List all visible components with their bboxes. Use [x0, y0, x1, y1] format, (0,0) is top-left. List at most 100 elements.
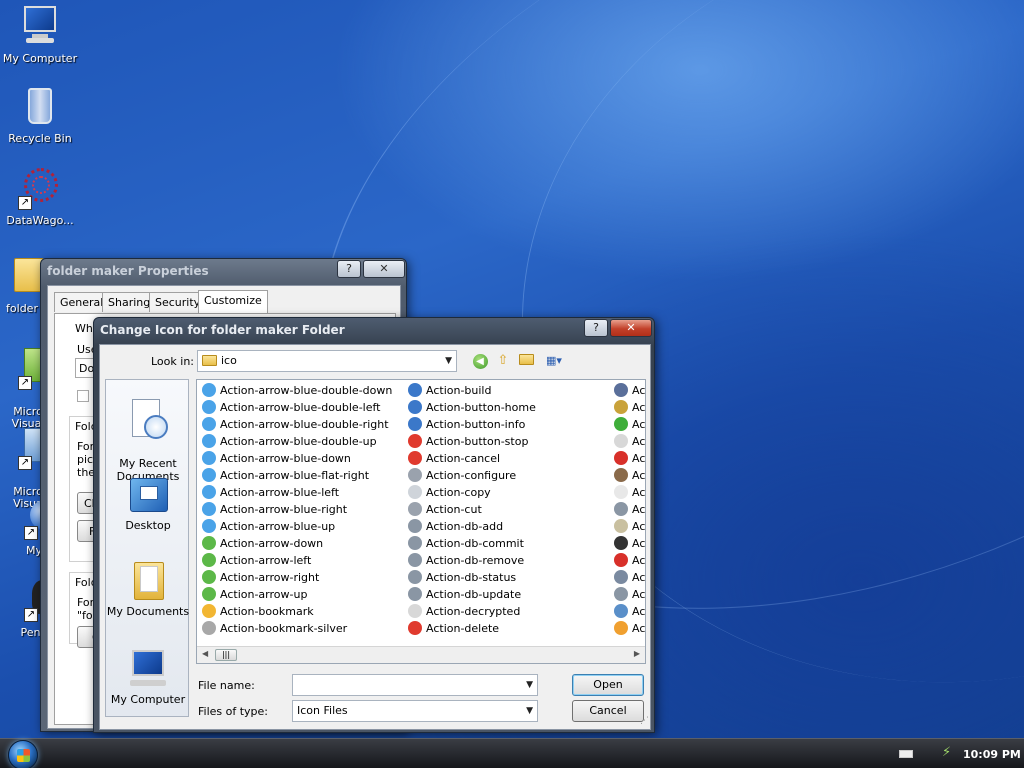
file-item[interactable]: Action-arrow-blue-double-left	[199, 399, 392, 416]
file-item[interactable]: Action-arrow-blue-double-up	[199, 433, 392, 450]
up-folder-icon[interactable]: ⇧	[494, 353, 512, 369]
file-item[interactable]: Ac	[611, 552, 645, 569]
file-item[interactable]: Ac	[611, 416, 646, 433]
resize-grip-icon[interactable]: ⋰	[640, 716, 649, 726]
file-name-input[interactable]: ▼	[292, 674, 538, 696]
place-my-computer[interactable]: My Computer	[106, 648, 190, 706]
file-item[interactable]: Ac	[611, 586, 645, 603]
file-item[interactable]: Action-build	[405, 382, 536, 399]
file-list[interactable]: Action-arrow-blue-double-down Action-arro…	[196, 379, 646, 664]
file-item-label: Action-arrow-blue-right	[220, 503, 348, 516]
desktop-icon-datawago[interactable]: ↗ DataWago...	[0, 166, 80, 227]
chevron-down-icon[interactable]: ▼	[526, 675, 533, 695]
file-item[interactable]: Action-arrow-blue-double-right	[199, 416, 392, 433]
windows-logo-icon	[17, 749, 30, 762]
clock[interactable]: 10:09 PM	[963, 748, 1021, 761]
file-item[interactable]: Action-db-commit	[405, 535, 536, 552]
open-button[interactable]: Open	[572, 674, 644, 696]
place-my-documents[interactable]: My Documents	[106, 560, 190, 618]
file-column: Action-arrow-blue-double-down Action-arro…	[199, 382, 392, 637]
close-button[interactable]: ✕	[363, 260, 405, 278]
file-item-label: Action-arrow-blue-down	[220, 452, 351, 465]
file-item[interactable]: Act	[611, 382, 645, 399]
icon-file-icon	[408, 604, 422, 618]
file-item[interactable]: Action-button-info	[405, 416, 536, 433]
file-item[interactable]: Action-db-add	[405, 518, 536, 535]
file-item[interactable]: Ac	[611, 535, 645, 552]
new-folder-icon[interactable]	[517, 353, 535, 369]
file-item-label: Action-arrow-blue-double-up	[220, 435, 377, 448]
look-in-combo[interactable]: ico ▼	[197, 350, 457, 372]
horizontal-scrollbar[interactable]: ◀ ||| ▶	[197, 646, 645, 663]
file-item[interactable]: Action-arrow-blue-left	[199, 484, 392, 501]
back-icon[interactable]: ◀	[471, 353, 489, 369]
chevron-down-icon[interactable]: ▼	[445, 351, 452, 371]
file-item[interactable]: Ac	[611, 569, 645, 586]
file-item[interactable]: Action-db-status	[405, 569, 536, 586]
close-button[interactable]: ✕	[610, 319, 652, 337]
file-item[interactable]: Action-arrow-blue-down	[199, 450, 392, 467]
file-item[interactable]: Action-bookmark	[199, 603, 392, 620]
file-item[interactable]: Action-arrow-left	[199, 552, 392, 569]
file-item-label: Action-db-commit	[426, 537, 524, 550]
file-item[interactable]: Action-copy	[405, 484, 536, 501]
file-item[interactable]: Action-configure	[405, 467, 536, 484]
apply-subfolders-checkbox[interactable]	[77, 390, 89, 402]
file-item-label: Action-cut	[426, 503, 482, 516]
file-item[interactable]: Action-button-stop	[405, 433, 536, 450]
properties-window-title: folder maker Properties	[47, 264, 209, 278]
help-button[interactable]: ?	[337, 260, 361, 278]
file-item[interactable]: Ac	[611, 518, 645, 535]
file-item[interactable]: Action-arrow-blue-up	[199, 518, 392, 535]
place-desktop[interactable]: Desktop	[106, 474, 190, 532]
help-button[interactable]: ?	[584, 319, 608, 337]
file-item[interactable]: Ac	[611, 433, 645, 450]
file-item[interactable]: Action-arrow-blue-flat-right	[199, 467, 392, 484]
file-item[interactable]: Ac	[611, 603, 645, 620]
scroll-thumb[interactable]: |||	[215, 649, 237, 661]
files-of-type-select[interactable]: Icon Files ▼	[292, 700, 538, 722]
file-item[interactable]: Ac	[611, 484, 645, 501]
desktop-icon-my-computer[interactable]: My Computer	[0, 4, 80, 65]
file-item[interactable]: Ac	[611, 467, 645, 484]
file-item[interactable]: Ac	[611, 620, 645, 637]
desktop-icon-recycle-bin[interactable]: Recycle Bin	[0, 84, 80, 145]
icon-file-icon	[408, 587, 422, 601]
icon-file-icon	[614, 502, 628, 516]
file-item[interactable]: Action-delete	[405, 620, 536, 637]
scroll-right-icon[interactable]: ▶	[634, 649, 640, 658]
icon-file-icon	[614, 400, 628, 414]
icon-file-icon	[202, 434, 216, 448]
file-item[interactable]: Action-bookmark-silver	[199, 620, 392, 637]
network-icon[interactable]: ⚡	[942, 746, 956, 760]
icon-file-icon	[202, 502, 216, 516]
icon-file-icon	[408, 485, 422, 499]
icon-file-icon	[202, 519, 216, 533]
start-button[interactable]	[8, 740, 38, 768]
file-item[interactable]: Ac	[611, 501, 645, 518]
scroll-left-icon[interactable]: ◀	[202, 649, 208, 658]
file-item[interactable]: Action-arrow-up	[199, 586, 392, 603]
file-item-label: Action-bookmark	[220, 605, 314, 618]
file-item[interactable]: Ac	[611, 399, 645, 416]
file-item[interactable]: Ac	[611, 450, 645, 467]
file-item[interactable]: Action-cancel	[405, 450, 536, 467]
file-item[interactable]: Action-arrow-down	[199, 535, 392, 552]
file-item[interactable]: Action-decrypted	[405, 603, 536, 620]
file-item[interactable]: Action-cut	[405, 501, 536, 518]
file-item[interactable]: Action-arrow-blue-right	[199, 501, 392, 518]
file-item-label: Ac	[632, 418, 646, 431]
shortcut-arrow-icon: ↗	[18, 196, 32, 210]
chevron-down-icon[interactable]: ▼	[526, 701, 533, 721]
file-item[interactable]: Action-button-home	[405, 399, 536, 416]
keyboard-icon[interactable]	[899, 750, 913, 758]
tab-customize[interactable]: Customize	[198, 290, 268, 313]
file-item[interactable]: Action-arrow-right	[199, 569, 392, 586]
file-item[interactable]: Action-db-remove	[405, 552, 536, 569]
view-menu-icon[interactable]: ▦▾	[541, 353, 567, 369]
shortcut-arrow-icon: ↗	[18, 376, 32, 390]
place-recent-documents[interactable]: My Recent Documents	[106, 386, 190, 483]
file-item[interactable]: Action-db-update	[405, 586, 536, 603]
cancel-button[interactable]: Cancel	[572, 700, 644, 722]
file-item[interactable]: Action-arrow-blue-double-down	[199, 382, 392, 399]
